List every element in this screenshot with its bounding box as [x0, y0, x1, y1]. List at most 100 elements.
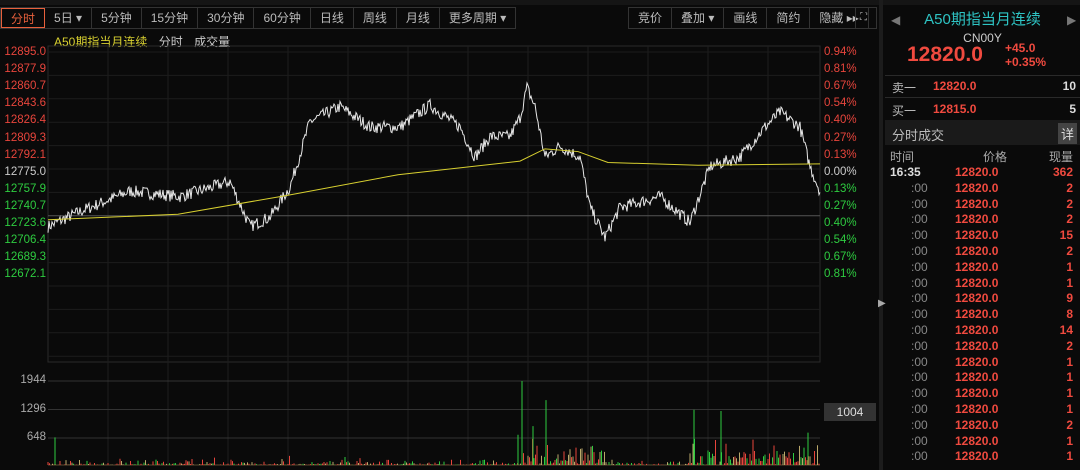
volume-tick: 648 — [26, 431, 46, 443]
trade-row: :00 12820.0 15 — [885, 228, 1077, 244]
trade-row: :00 12820.0 2 — [885, 181, 1077, 197]
col-price: 价格 — [983, 150, 1008, 164]
trade-volume: 1 — [1066, 433, 1073, 448]
col-time: 时间 — [890, 150, 915, 164]
trade-volume: 2 — [1066, 212, 1073, 227]
volume-tick: 1944 — [20, 374, 46, 386]
quote-panel: ◀ A50期指当月连续 ▶ CN00Y 12820.0 +45.0 +0.35%… — [885, 5, 1080, 470]
panel-divider[interactable] — [879, 0, 883, 470]
detail-button[interactable]: 详 — [1057, 123, 1077, 144]
price-tick: 12723.6 — [4, 217, 46, 229]
trade-time: :00 — [911, 180, 928, 195]
trade-time: 16:35 — [890, 165, 921, 179]
trade-time: :00 — [911, 291, 928, 306]
trades-title: 分时成交 — [892, 128, 945, 143]
pct-tick: 0.00% — [824, 165, 857, 178]
trade-price: 12820.0 — [955, 196, 999, 211]
trade-volume: 1 — [1066, 386, 1073, 401]
trade-volume: 362 — [1052, 165, 1073, 179]
change: +45.0 — [1005, 41, 1036, 55]
trade-row: :00 12820.0 14 — [885, 323, 1077, 339]
pct-tick: 0.81% — [824, 63, 857, 76]
trade-row: :00 12820.0 8 — [885, 307, 1077, 323]
trade-time: :00 — [911, 449, 928, 464]
price-tick: 12843.6 — [4, 97, 46, 110]
price-tick: 12757.9 — [4, 182, 46, 195]
pct-tick: 0.40% — [824, 217, 857, 229]
price-frame — [47, 45, 821, 363]
trade-price: 12820.0 — [955, 402, 999, 416]
trade-price: 12820.0 — [955, 228, 999, 243]
trade-price: 12820.0 — [955, 449, 999, 464]
intraday-chart[interactable] — [0, 0, 880, 470]
trade-price: 12820.0 — [955, 370, 999, 385]
trade-price: 12820.0 — [955, 212, 999, 227]
bid-row: 买一 12815.0 5 — [885, 102, 1080, 122]
price-tick: 12792.1 — [4, 148, 46, 161]
ask-label: 卖一 — [892, 81, 917, 95]
trades-header: 分时成交 详 — [885, 120, 1080, 145]
change-pct: +0.35% — [1005, 55, 1047, 69]
trade-time: :00 — [911, 307, 928, 322]
trade-row: :00 12820.0 2 — [885, 212, 1077, 228]
pct-tick: 0.54% — [824, 97, 857, 110]
trade-price: 12820.0 — [955, 338, 999, 353]
trade-volume: 1 — [1066, 370, 1073, 385]
price-tick: 12775.0 — [4, 165, 46, 178]
trade-time: :00 — [911, 323, 928, 337]
trade-volume: 1 — [1066, 402, 1073, 416]
trade-time: :00 — [911, 386, 928, 401]
trade-row: :00 12820.0 1 — [885, 370, 1077, 386]
trade-volume: 2 — [1066, 180, 1073, 195]
trade-row: :00 12820.0 1 — [885, 355, 1077, 371]
last-price: 12820.0 — [907, 43, 983, 66]
trade-price: 12820.0 — [955, 291, 999, 306]
pct-tick: 0.81% — [824, 268, 857, 281]
col-volume: 现量 — [1048, 150, 1073, 164]
instrument-title: A50期指当月连续 — [924, 11, 1041, 28]
ask-row: 卖一 12820.0 10 — [885, 79, 1080, 99]
trade-time: :00 — [911, 433, 928, 448]
price-tick: 12895.0 — [4, 46, 46, 58]
trade-time: :00 — [911, 228, 928, 243]
pct-tick: 0.67% — [824, 251, 857, 264]
trade-price: 12820.0 — [955, 275, 999, 290]
price-tick: 12689.3 — [4, 251, 46, 264]
price-tick: 12860.7 — [4, 80, 46, 93]
bid-label: 买一 — [892, 104, 917, 118]
price-line — [47, 81, 821, 242]
trade-time: :00 — [911, 212, 928, 227]
trade-row: :00 12820.0 1 — [885, 386, 1077, 402]
trade-time: :00 — [911, 417, 928, 432]
pct-tick: 0.13% — [824, 148, 857, 161]
trade-row: :00 12820.0 2 — [885, 339, 1077, 355]
trade-price: 12820.0 — [955, 259, 999, 274]
trade-row: :00 12820.0 9 — [885, 291, 1077, 307]
trade-row: :00 12820.0 1 — [885, 402, 1077, 418]
trade-volume: 1 — [1066, 354, 1073, 369]
trade-price: 12820.0 — [955, 433, 999, 448]
trade-volume: 9 — [1066, 291, 1073, 306]
trade-row: :00 12820.0 2 — [885, 197, 1077, 213]
trade-price: 12820.0 — [955, 386, 999, 401]
trade-volume: 2 — [1066, 244, 1073, 258]
trade-price: 12820.0 — [955, 244, 999, 258]
divider — [885, 75, 1080, 76]
trade-volume: 8 — [1066, 307, 1073, 322]
trade-volume: 15 — [1059, 228, 1073, 243]
trade-price: 12820.0 — [955, 354, 999, 369]
price-tick: 12877.9 — [4, 63, 46, 76]
trade-row: :00 12820.0 1 — [885, 276, 1077, 292]
bid-volume: 5 — [1069, 102, 1076, 116]
average-line — [47, 148, 821, 221]
trade-time: :00 — [911, 244, 928, 258]
trade-price: 12820.0 — [955, 307, 999, 322]
trade-time: :00 — [911, 259, 928, 274]
pct-tick: 0.94% — [824, 46, 857, 58]
pct-tick: 0.27% — [824, 131, 857, 144]
trade-time: :00 — [911, 196, 928, 211]
next-arrow-icon[interactable]: ▶ — [1067, 13, 1076, 27]
pct-tick: 0.54% — [824, 234, 857, 247]
trade-row: :00 12820.0 2 — [885, 418, 1077, 434]
trade-volume: 1 — [1066, 275, 1073, 290]
